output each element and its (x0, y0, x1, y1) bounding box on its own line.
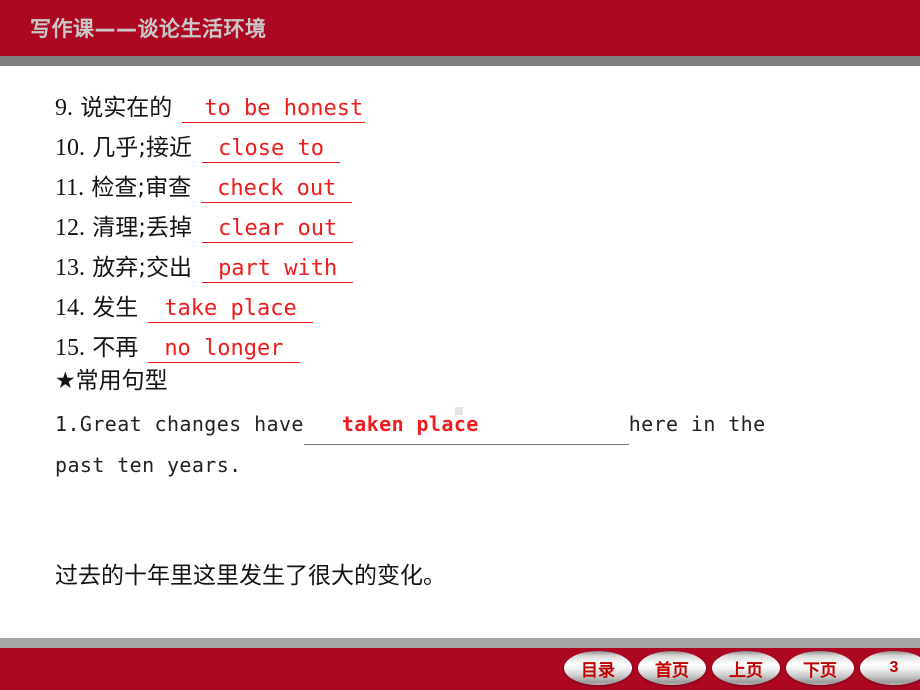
page-title: 写作课——谈论生活环境 (30, 17, 267, 41)
vocab-chinese: 清理;丢掉 (85, 215, 193, 241)
vocab-answer: check out (201, 176, 353, 203)
page-number-badge: 3 (860, 651, 920, 685)
sentence-part-2: here in the (628, 412, 766, 436)
stray-marker (455, 407, 463, 415)
vocab-number: 10. (55, 135, 85, 161)
slide-footer: 目录 首页 上页 下页 3 (0, 648, 920, 690)
vocab-item: 12. 清理;丢掉 clear out (55, 208, 354, 243)
nav-button-1[interactable]: 目录 (564, 651, 632, 685)
sentence-translation: 过去的十年里这里发生了很大的变化。 (55, 563, 446, 589)
vocab-number: 12. (55, 215, 85, 241)
vocab-number: 15. (55, 335, 85, 361)
navigation-buttons: 目录 首页 上页 下页 3 (564, 651, 920, 685)
vocab-chinese: 放弃;交出 (85, 255, 193, 281)
vocab-chinese: 说实在的 (73, 95, 173, 121)
footer-divider (0, 638, 920, 648)
sentence-blank-answer: taken place (303, 404, 479, 445)
nav-button-4[interactable]: 下页 (786, 651, 854, 685)
header-divider (0, 56, 920, 66)
slide-content: 9. 说实在的 to be honest 10. 几乎;接近 close to 11. … (0, 66, 920, 638)
vocab-item: 15. 不再 no longer (55, 328, 300, 363)
vocab-answer: to be honest (182, 96, 366, 123)
vocab-number: 9. (55, 95, 73, 121)
vocab-answer: take place (148, 296, 313, 323)
vocab-item: 10. 几乎;接近 close to (55, 128, 341, 163)
vocab-answer: clear out (202, 216, 354, 243)
pattern-section-heading: ★常用句型 (55, 368, 168, 394)
slide-header: 写作课——谈论生活环境 (0, 0, 920, 56)
sentence-line-2: past ten years. (55, 453, 242, 477)
vocab-number: 14. (55, 295, 85, 321)
vocab-chinese: 发生 (85, 295, 139, 321)
vocab-answer: close to (202, 136, 341, 163)
vocab-item: 9. 说实在的 to be honest (55, 88, 366, 123)
sentence-blank-tail (478, 422, 629, 445)
vocab-item: 13. 放弃;交出 part with (55, 248, 354, 283)
nav-button-2[interactable]: 首页 (638, 651, 706, 685)
sentence-number: 1. (55, 412, 80, 436)
sentence-pattern-block: 1.Great changes have taken place here in t… (55, 404, 855, 485)
vocab-number: 11. (55, 175, 85, 201)
nav-button-3[interactable]: 上页 (712, 651, 780, 685)
sentence-part-1: Great changes have (79, 412, 304, 436)
vocab-item: 11. 检查;审查 check out (55, 168, 353, 203)
vocab-answer: part with (202, 256, 354, 283)
vocab-chinese: 检查;审查 (84, 175, 192, 201)
vocab-answer: no longer (148, 336, 300, 363)
vocab-number: 13. (55, 255, 85, 281)
vocab-chinese: 不再 (85, 335, 139, 361)
vocab-chinese: 几乎;接近 (85, 135, 193, 161)
vocab-item: 14. 发生 take place (55, 288, 313, 323)
